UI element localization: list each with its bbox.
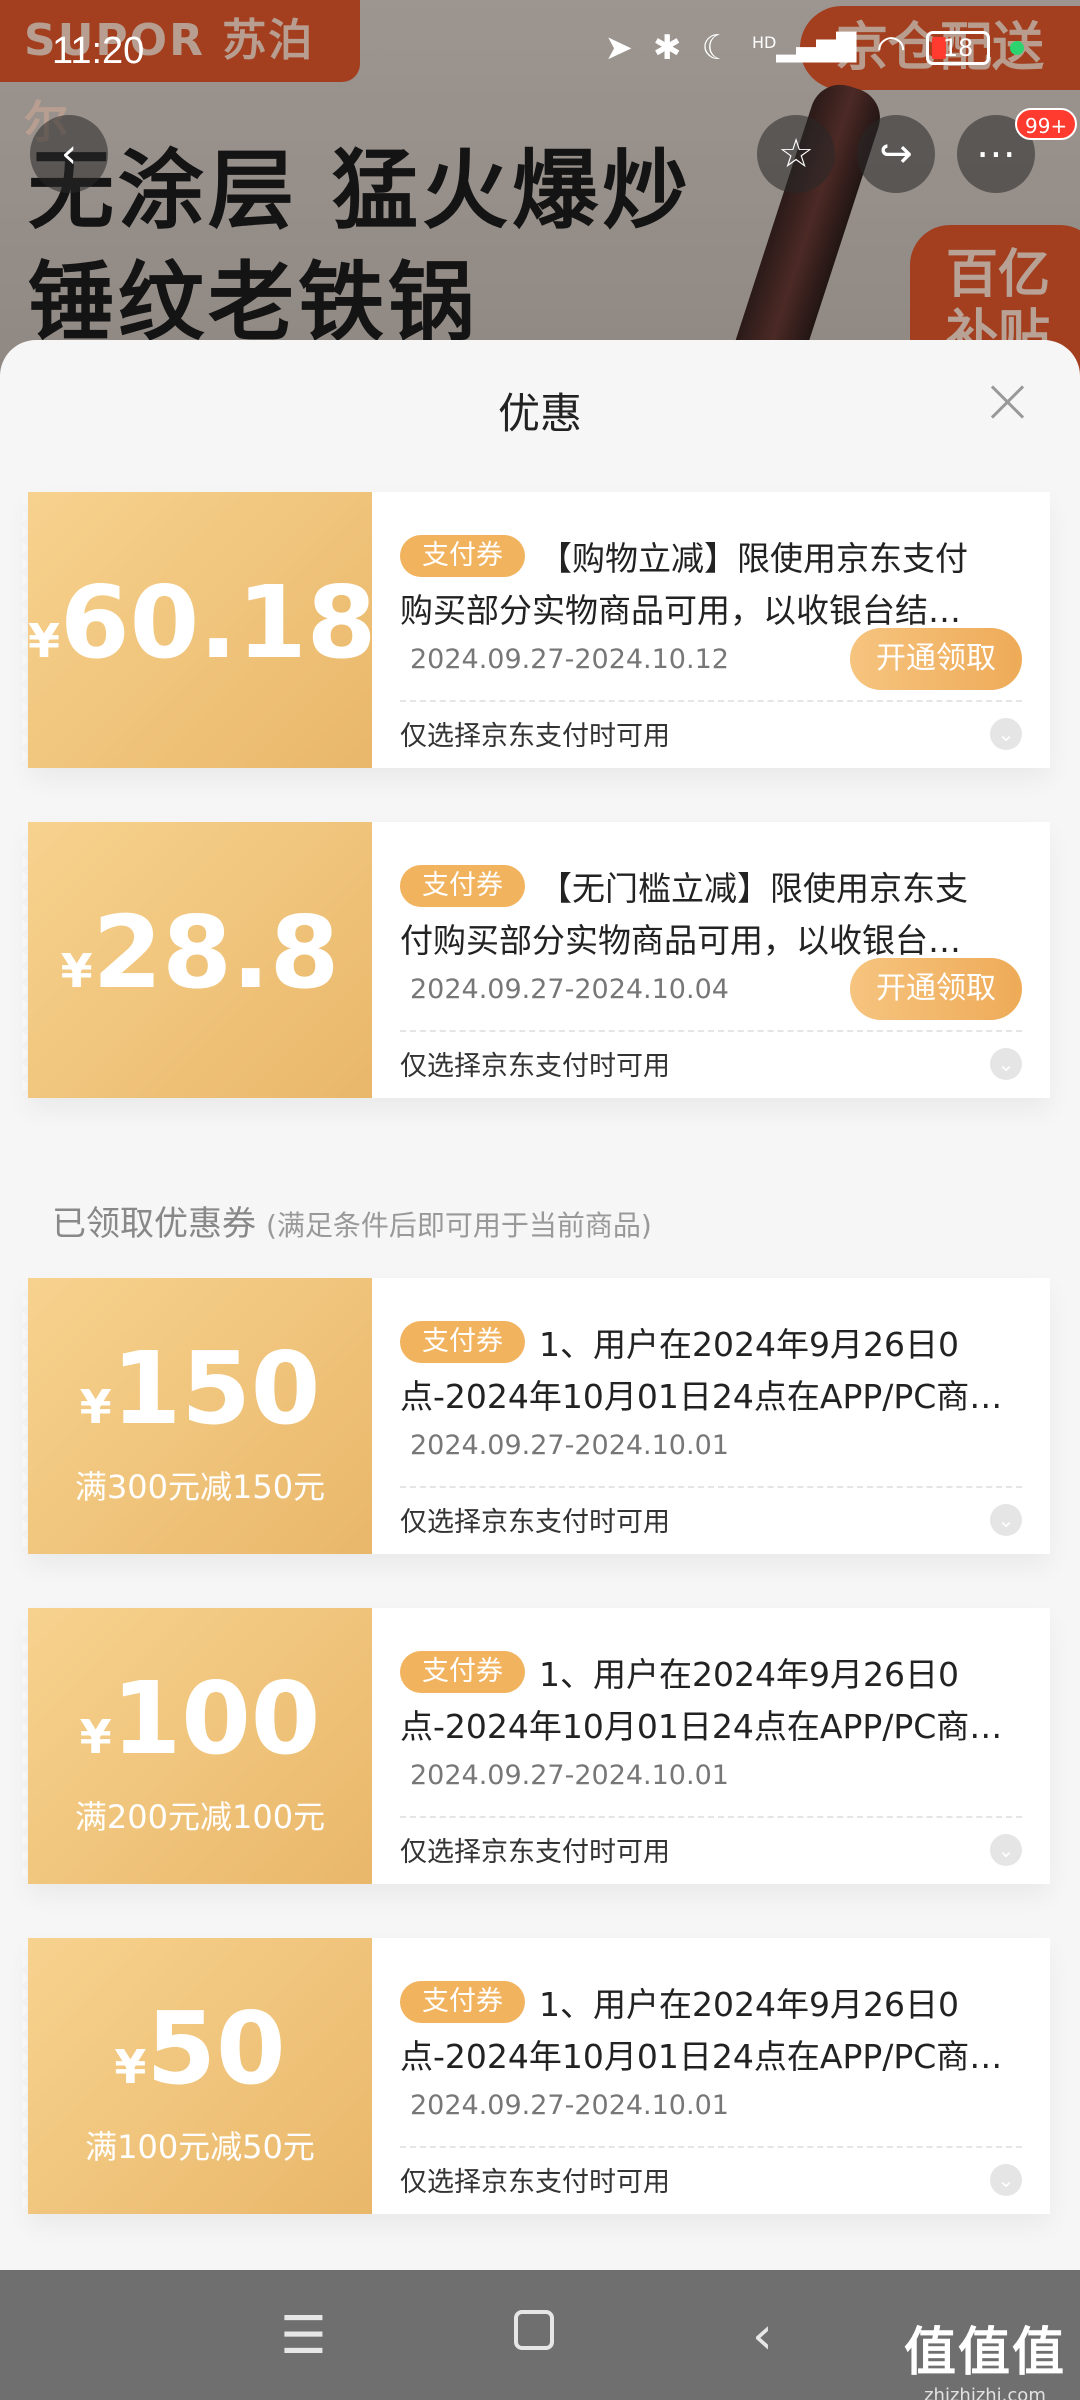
menu-icon[interactable]: ☰ <box>280 2306 327 2366</box>
coupon-value-panel: ¥150 满300元减150元 <box>22 1278 372 1554</box>
status-bar: 11:20 ➤ ✱ ☾ HD▂▄▆█ ◠ 18 <box>0 0 1080 100</box>
home-icon[interactable] <box>514 2310 554 2350</box>
coupon-usage-hint: 仅选择京东支付时可用 <box>400 2167 670 2198</box>
chevron-down-icon[interactable]: ⌄ <box>990 2164 1022 2196</box>
coupon-details: 支付券 1、用户在2024年9月26日0 点-2024年10月01日24点在AP… <box>372 1608 1050 1884</box>
watermark-url: zhizhizhi.com <box>924 2385 1046 2400</box>
coupon-type-tag: 支付券 <box>400 1981 525 2023</box>
coupon-card: ¥50 满100元减50元 支付券 1、用户在2024年9月26日0 点-202… <box>22 1938 1050 2214</box>
back-arrow-icon[interactable]: ‹ <box>752 2306 773 2366</box>
favorite-button[interactable]: ☆ <box>757 115 835 193</box>
coupon-usage-hint: 仅选择京东支付时可用 <box>400 1507 670 1538</box>
coupon-condition: 满100元减50元 <box>85 2128 315 2166</box>
coupon-desc-line2: 付购买部分实物商品可用，以收银台… <box>400 921 961 960</box>
coupon-validity: 2024.09.27-2024.10.01 <box>410 1430 729 1461</box>
dashed-divider <box>400 1030 1022 1032</box>
coupon-desc-line1: 1、用户在2024年9月26日0 <box>539 1985 959 2024</box>
coupon-details: 支付券 1、用户在2024年9月26日0 点-2024年10月01日24点在AP… <box>372 1278 1050 1554</box>
coupon-card: ¥150 满300元减150元 支付券 1、用户在2024年9月26日0 点-2… <box>22 1278 1050 1554</box>
share-button[interactable]: ↪ <box>857 115 935 193</box>
coupon-card: ¥100 满200元减100元 支付券 1、用户在2024年9月26日0 点-2… <box>22 1608 1050 1884</box>
coupon-type-tag: 支付券 <box>400 535 525 577</box>
back-button[interactable]: ‹ <box>30 115 108 193</box>
star-icon: ☆ <box>778 131 814 177</box>
dashed-divider <box>400 700 1022 702</box>
watermark-logo: 值值值 <box>903 2323 1066 2383</box>
location-icon: ➤ <box>604 28 634 68</box>
share-icon: ↪ <box>879 131 913 177</box>
coupon-type-tag: 支付券 <box>400 865 525 907</box>
coupon-details: 支付券 1、用户在2024年9月26日0 点-2024年10月01日24点在AP… <box>372 1938 1050 2214</box>
coupon-value-panel: ¥28.8 <box>22 822 372 1098</box>
coupon-condition: 满200元减100元 <box>74 1798 326 1836</box>
coupon-usage-hint: 仅选择京东支付时可用 <box>400 1837 670 1868</box>
claim-button[interactable]: 开通领取 <box>850 958 1022 1020</box>
coupon-desc-line1: 【无门槛立减】限使用京东支 <box>539 869 968 908</box>
coupon-amount: ¥28.8 <box>60 894 340 1011</box>
watermark: 值值值 zhizhizhi.com <box>904 2310 1066 2400</box>
coupon-type-tag: 支付券 <box>400 1321 525 1363</box>
coupon-desc-line1: 【购物立减】限使用京东支付 <box>539 539 968 578</box>
message-badge: 99+ <box>1015 108 1078 140</box>
chevron-left-icon: ‹ <box>61 131 77 177</box>
coupon-value-panel: ¥100 满200元减100元 <box>22 1608 372 1884</box>
chevron-down-icon[interactable]: ⌄ <box>990 718 1022 750</box>
close-icon[interactable] <box>986 380 1030 424</box>
coupon-usage-hint: 仅选择京东支付时可用 <box>400 1051 670 1082</box>
coupon-validity: 2024.09.27-2024.10.01 <box>410 2090 729 2121</box>
moon-icon: ☾ <box>701 28 732 68</box>
coupon-desc-line2: 点-2024年10月01日24点在APP/PC商… <box>400 1377 1003 1416</box>
coupon-value-panel: ¥50 满100元减50元 <box>22 1938 372 2214</box>
coupon-usage-hint: 仅选择京东支付时可用 <box>400 721 670 752</box>
dashed-divider <box>400 2146 1022 2148</box>
discount-sheet: 优惠 ¥60.18 支付券 【购物立减】限使用京东支付 购买部分实物商品可用，以… <box>0 340 1080 2270</box>
sheet-title: 优惠 <box>497 389 582 438</box>
coupon-card: ¥60.18 支付券 【购物立减】限使用京东支付 购买部分实物商品可用，以收银台… <box>22 492 1050 768</box>
battery-icon: 18 <box>926 31 990 65</box>
claimed-section-title: 已领取优惠券 (满足条件后即可用于当前商品) <box>52 1204 652 1244</box>
chevron-down-icon[interactable]: ⌄ <box>990 1048 1022 1080</box>
signal-icon: HD▂▄▆█ <box>751 33 857 63</box>
coupon-details: 支付券 【无门槛立减】限使用京东支 付购买部分实物商品可用，以收银台… 2024… <box>372 822 1050 1098</box>
more-icon: ⋯ <box>976 131 1016 177</box>
chevron-down-icon[interactable]: ⌄ <box>990 1504 1022 1536</box>
coupon-amount: ¥60.18 <box>28 564 377 681</box>
coupon-validity: 2024.09.27-2024.10.01 <box>410 1760 729 1791</box>
bluetooth-icon: ✱ <box>653 28 682 68</box>
status-time: 11:20 <box>52 30 145 72</box>
coupon-validity: 2024.09.27-2024.10.04 <box>410 974 729 1005</box>
status-icons: ➤ ✱ ☾ HD▂▄▆█ ◠ 18 <box>604 28 1024 68</box>
claimed-section-note: (满足条件后即可用于当前商品) <box>266 1209 652 1242</box>
coupon-details: 支付券 【购物立减】限使用京东支付 购买部分实物商品可用，以收银台结… 2024… <box>372 492 1050 768</box>
coupon-amount: ¥100 <box>79 1660 321 1777</box>
coupon-value-panel: ¥60.18 <box>22 492 377 768</box>
coupon-desc-line1: 1、用户在2024年9月26日0 <box>539 1325 959 1364</box>
coupon-desc-line2: 点-2024年10月01日24点在APP/PC商… <box>400 1707 1003 1746</box>
dashed-divider <box>400 1816 1022 1818</box>
coupon-card: ¥28.8 支付券 【无门槛立减】限使用京东支 付购买部分实物商品可用，以收银台… <box>22 822 1050 1098</box>
chevron-down-icon[interactable]: ⌄ <box>990 1834 1022 1866</box>
coupon-type-tag: 支付券 <box>400 1651 525 1693</box>
coupon-desc-line2: 购买部分实物商品可用，以收银台结… <box>400 591 961 630</box>
claim-button[interactable]: 开通领取 <box>850 628 1022 690</box>
dashed-divider <box>400 1486 1022 1488</box>
coupon-validity: 2024.09.27-2024.10.12 <box>410 644 729 675</box>
coupon-amount: ¥50 <box>114 1990 286 2107</box>
coupon-desc-line2: 点-2024年10月01日24点在APP/PC商… <box>400 2037 1003 2076</box>
privacy-dot-icon <box>1010 41 1024 55</box>
coupon-amount: ¥150 <box>79 1330 321 1447</box>
coupon-condition: 满300元减150元 <box>74 1468 326 1506</box>
wifi-icon: ◠ <box>876 28 906 68</box>
coupon-desc-line1: 1、用户在2024年9月26日0 <box>539 1655 959 1694</box>
